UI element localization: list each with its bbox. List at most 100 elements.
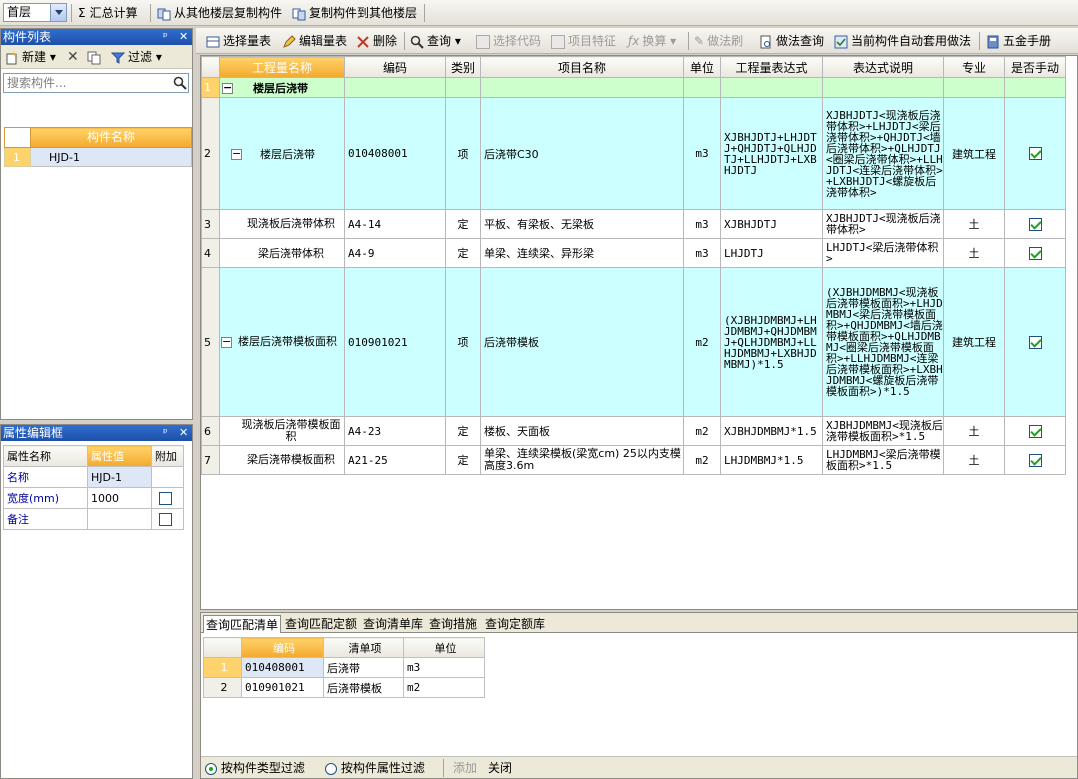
quantity-name[interactable]: 梁后浇带体积 [219, 238, 345, 268]
unit-cell[interactable]: m3 [683, 97, 721, 210]
prop-value-input[interactable]: HJD-1 [87, 466, 152, 488]
type-cell[interactable]: 项 [445, 267, 481, 417]
tab-match-list[interactable]: 查询匹配清单 [203, 615, 282, 633]
expression-cell[interactable]: XJBHJDMBMJ*1.5 [720, 416, 823, 446]
new-component-button[interactable]: 新建 ▾ [5, 48, 56, 66]
col-header-type[interactable]: 类别 [445, 56, 481, 78]
type-cell[interactable]: 定 [445, 416, 481, 446]
filter-by-type-radio[interactable]: 按构件类型过滤 [205, 759, 305, 777]
major-cell[interactable]: 土 [943, 209, 1005, 239]
search-input[interactable]: 搜索构件... [3, 73, 189, 93]
table-row[interactable]: 7 梁后浇带模板面积 A21-25 定 单梁、连续梁模板(梁宽cm) 25以内支… [201, 445, 1066, 475]
manual-cell[interactable] [1004, 238, 1066, 268]
unit-cell[interactable]: m2 [683, 445, 721, 475]
copy-from-floor-button[interactable]: 从其他楼层复制构件 [157, 4, 282, 22]
auto-apply-button[interactable]: 当前构件自动套用做法 [834, 32, 971, 50]
unit-cell[interactable]: m3 [403, 657, 485, 678]
tab-measures[interactable]: 查询措施 [427, 615, 479, 633]
tab-quota-library[interactable]: 查询定额库 [483, 615, 547, 633]
col-header-item-name[interactable]: 项目名称 [480, 56, 684, 78]
type-cell[interactable]: 项 [445, 97, 481, 210]
tab-match-quota[interactable]: 查询匹配定额 [283, 615, 359, 633]
col-header-unit[interactable]: 单位 [683, 56, 721, 78]
unit-cell[interactable]: m2 [403, 677, 485, 698]
filter-by-attr-radio[interactable]: 按构件属性过滤 [325, 759, 425, 777]
unit-cell[interactable]: m3 [683, 209, 721, 239]
edit-table-button[interactable]: 编辑量表 [282, 32, 347, 50]
manual-cell[interactable] [1004, 97, 1066, 210]
delete-x-icon[interactable]: ✕ [67, 48, 79, 66]
manual-checkbox[interactable] [1028, 147, 1042, 161]
major-cell[interactable]: 土 [943, 445, 1005, 475]
floor-select[interactable]: 首层 [3, 3, 67, 22]
type-cell[interactable]: 定 [445, 238, 481, 268]
unit-cell[interactable]: m2 [683, 267, 721, 417]
col-header-manual[interactable]: 是否手动 [1004, 56, 1066, 78]
code-cell[interactable]: 010408001 [344, 97, 446, 210]
col-header-code[interactable]: 编码 [241, 637, 324, 658]
code-cell[interactable]: 010901021 [241, 677, 324, 698]
table-row[interactable]: 2 010901021 后浇带模板 m2 [203, 677, 485, 698]
code-cell[interactable]: 010408001 [241, 657, 324, 678]
convert-button[interactable]: ƒx 换算 ▾ [628, 32, 676, 50]
add-button[interactable]: 添加 [453, 759, 477, 777]
extra-checkbox[interactable] [159, 512, 172, 526]
pin-icon[interactable]: ᵖ [163, 29, 168, 45]
hardware-manual-button[interactable]: 五金手册 [986, 32, 1051, 50]
quantity-name[interactable]: 现浇板后浇带体积 [219, 209, 345, 239]
query-button[interactable]: 查询 ▾ [410, 32, 461, 50]
sum-calc-button[interactable]: Σ 汇总计算 [78, 4, 138, 22]
major-cell[interactable]: 建筑工程 [943, 97, 1005, 210]
item-name-cell[interactable]: 平板、有梁板、无梁板 [480, 209, 684, 239]
item-name-cell[interactable]: 单梁、连续梁、异形梁 [480, 238, 684, 268]
code-cell[interactable]: A4-9 [344, 238, 446, 268]
expression-cell[interactable]: XJBHJDTJ+LHJDTJ+QHJDTJ+QLHJDTJ+LLHJDTJ+L… [720, 97, 823, 210]
table-row[interactable]: 4 梁后浇带体积 A4-9 定 单梁、连续梁、异形梁 m3 LHJDTJ LHJ… [201, 238, 1066, 268]
prop-value-input[interactable] [87, 508, 152, 530]
prop-value-input[interactable]: 1000 [87, 487, 152, 509]
item-name-cell[interactable]: 后浇带模板 [480, 267, 684, 417]
major-cell[interactable]: 土 [943, 416, 1005, 446]
table-row[interactable]: 2 − 楼层后浇带 010408001 项 后浇带C30 m3 XJBHJDTJ+… [201, 97, 1066, 210]
close-icon[interactable]: ✕ [179, 425, 188, 441]
expression-cell[interactable]: (XJBHJDMBMJ+LHJDMBMJ+QHJDMBMJ+QLHJDMBMJ+… [720, 267, 823, 417]
col-header-expression[interactable]: 工程量表达式 [720, 56, 823, 78]
table-row[interactable]: 5 − 楼层后浇带模板面积 010901021 项 后浇带模板 m2 (XJBHJ… [201, 267, 1066, 417]
collapse-icon[interactable]: − [221, 336, 232, 348]
code-cell[interactable]: A4-14 [344, 209, 446, 239]
manual-cell[interactable] [1004, 267, 1066, 417]
item-name-cell[interactable]: 单梁、连续梁模板(梁宽cm) 25以内支模高度3.6m [480, 445, 684, 475]
method-brush-button[interactable]: ✎ 做法刷 [694, 32, 743, 50]
code-cell[interactable]: A21-25 [344, 445, 446, 475]
name-cell[interactable]: − 楼层后浇带模板面积 [219, 267, 345, 417]
search-icon[interactable] [173, 76, 187, 90]
extra-checkbox[interactable] [159, 491, 172, 505]
quantity-name[interactable]: 现浇板后浇带模板面积 [219, 416, 345, 446]
col-header-unit[interactable]: 单位 [403, 637, 485, 658]
col-header-expression-desc[interactable]: 表达式说明 [822, 56, 944, 78]
close-icon[interactable]: ✕ [179, 29, 188, 45]
manual-cell[interactable] [1004, 445, 1066, 475]
col-header-quantity-name[interactable]: 工程量名称 [219, 56, 345, 78]
select-code-button[interactable]: 选择代码 [476, 32, 541, 50]
manual-checkbox[interactable] [1028, 424, 1042, 438]
group-name-cell[interactable]: − 楼层后浇带 [219, 77, 345, 98]
expression-cell[interactable]: LHJDTJ [720, 238, 823, 268]
list-item-cell[interactable]: 后浇带模板 [323, 677, 404, 698]
list-item-cell[interactable]: 后浇带 [323, 657, 404, 678]
item-name-cell[interactable]: 后浇带C30 [480, 97, 684, 210]
filter-button[interactable]: 过滤 ▾ [111, 48, 162, 66]
expression-cell[interactable]: LHJDMBMJ*1.5 [720, 445, 823, 475]
code-cell[interactable]: 010901021 [344, 267, 446, 417]
table-row[interactable]: 1 HJD-1 [4, 147, 192, 167]
expression-cell[interactable]: XJBHJDTJ [720, 209, 823, 239]
copy-icon[interactable] [87, 48, 104, 66]
chevron-down-icon[interactable] [50, 4, 66, 21]
type-cell[interactable]: 定 [445, 209, 481, 239]
copy-to-floor-button[interactable]: 复制构件到其他楼层 [292, 4, 417, 22]
pin-icon[interactable]: ᵖ [163, 425, 168, 441]
unit-cell[interactable]: m3 [683, 238, 721, 268]
collapse-icon[interactable]: − [231, 148, 242, 160]
select-table-button[interactable]: 选择量表 [206, 32, 271, 50]
tab-list-library[interactable]: 查询清单库 [361, 615, 425, 633]
